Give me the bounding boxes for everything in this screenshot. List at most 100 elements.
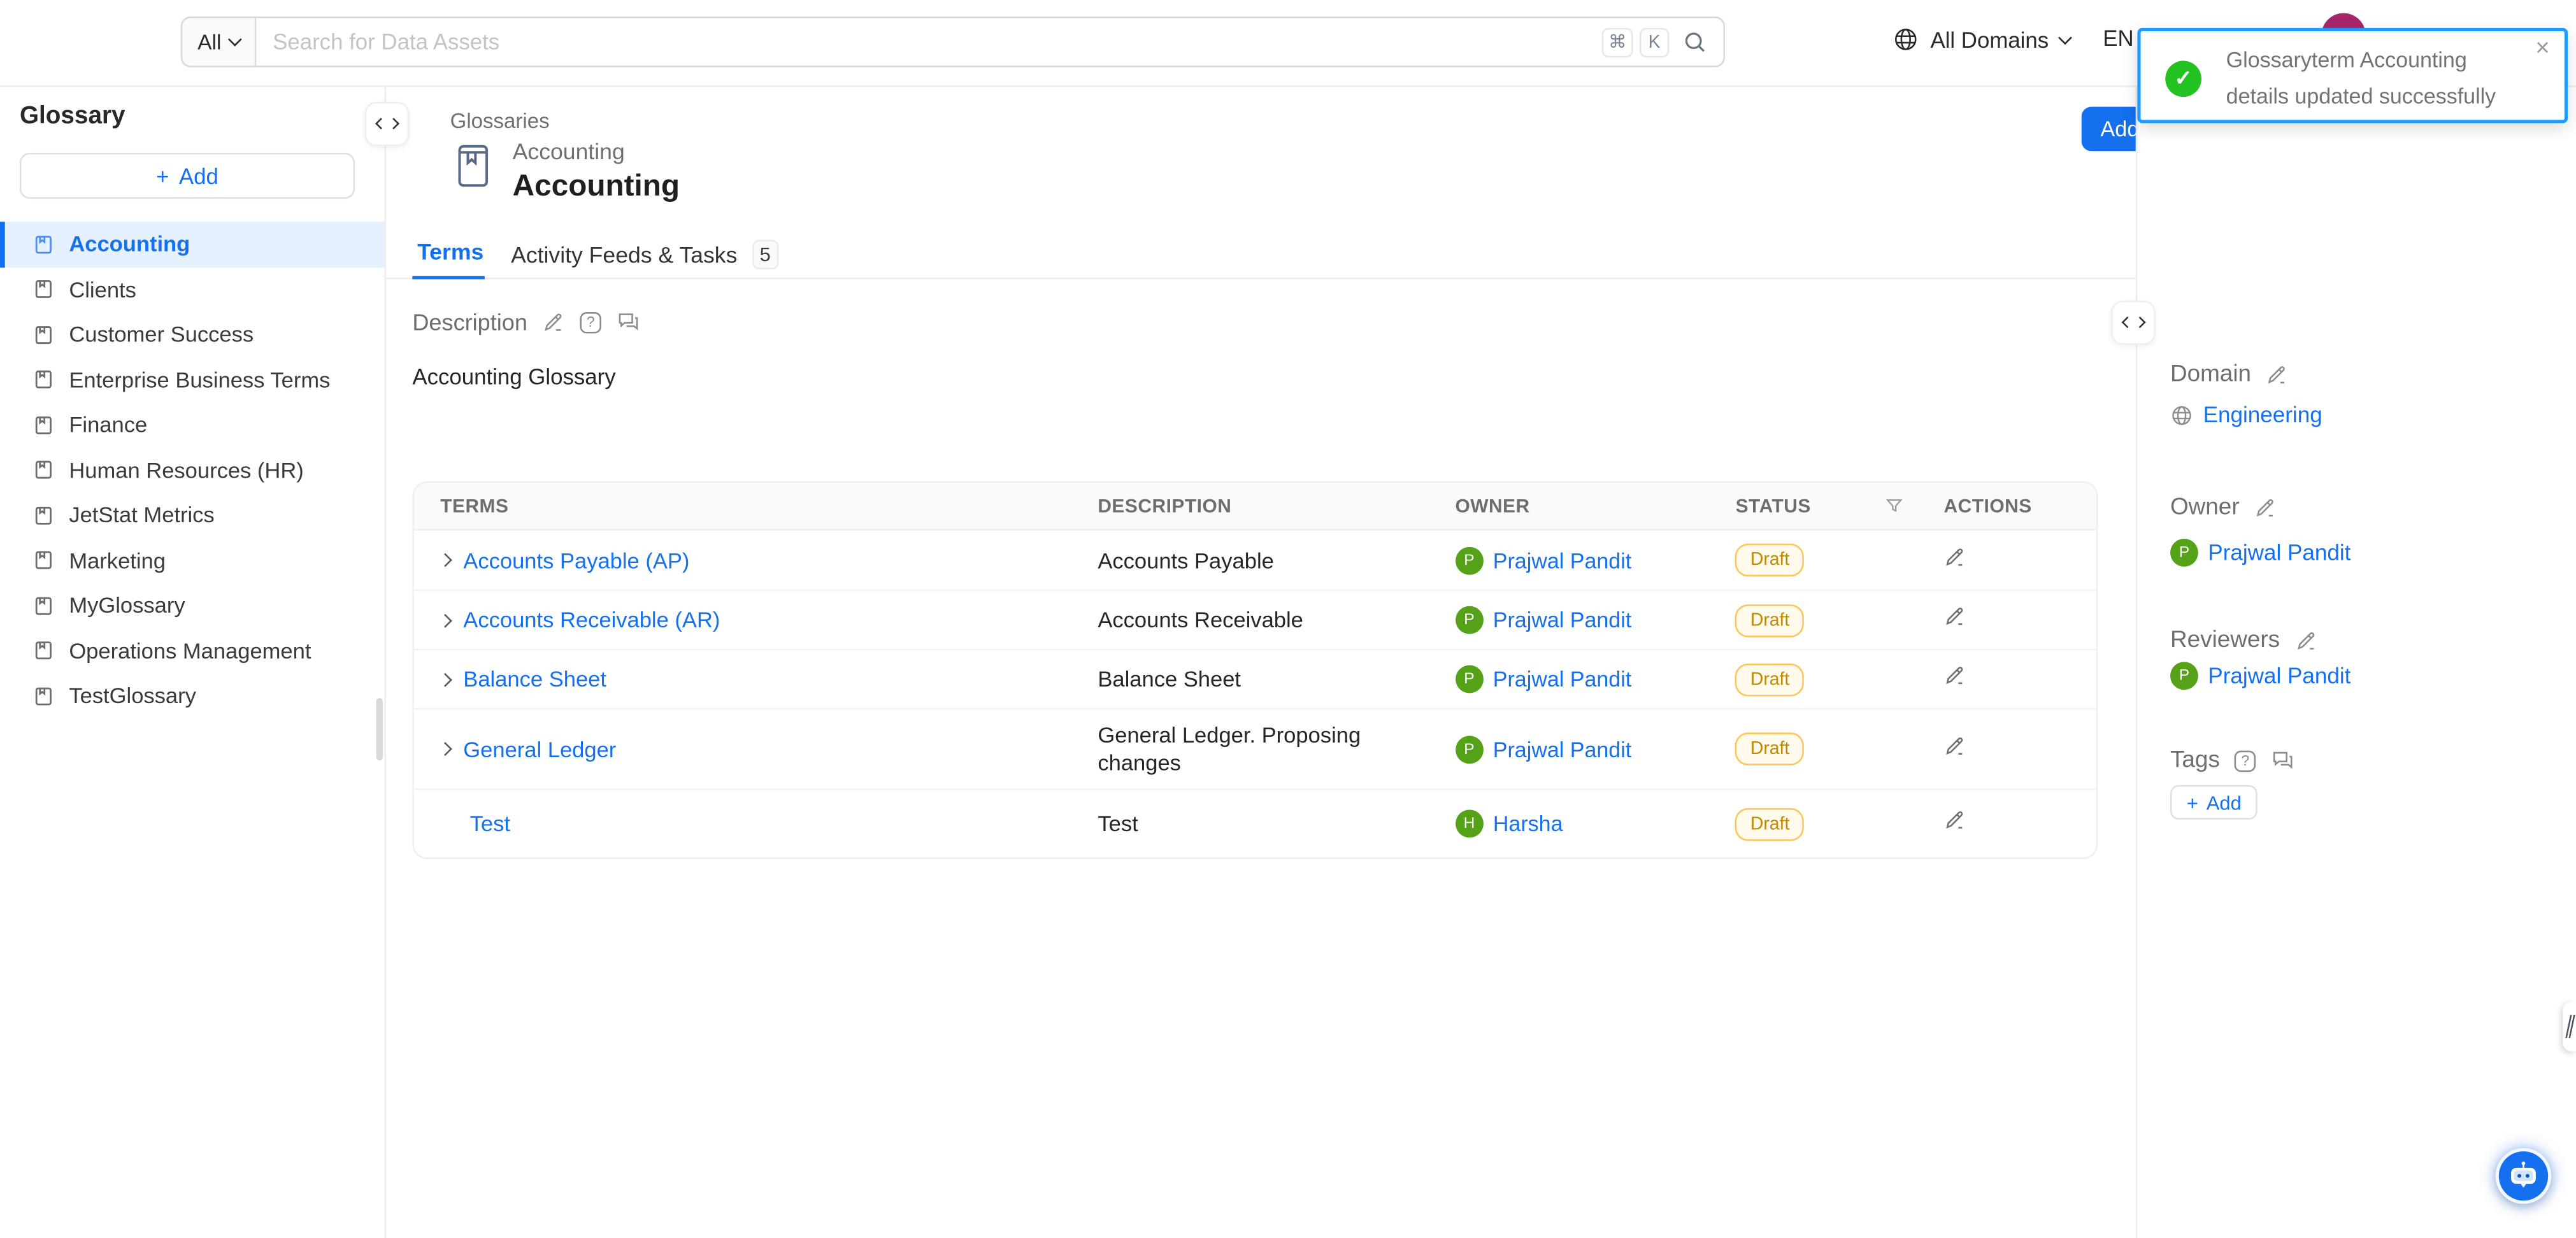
owner-link[interactable]: Harsha xyxy=(1493,811,1563,836)
add-tag-button[interactable]: + Add xyxy=(2170,785,2258,820)
status-badge: Draft xyxy=(1736,808,1805,841)
search-input[interactable] xyxy=(273,29,1595,54)
glossary-book-icon xyxy=(33,233,55,256)
owner-link[interactable]: Prajwal Pandit xyxy=(1493,548,1631,573)
glossary-book-icon xyxy=(455,143,491,189)
col-header-actions: ACTIONS xyxy=(1921,495,2096,517)
edit-term-icon[interactable] xyxy=(1944,664,1967,687)
table-row: General Ledger General Ledger. Proposing… xyxy=(414,709,2096,790)
chevron-left-icon xyxy=(2122,318,2133,328)
tags-comments-icon[interactable] xyxy=(2271,749,2296,772)
sidebar-item-operations-management[interactable]: Operations Management xyxy=(0,629,385,674)
domain-selector-label: All Domains xyxy=(1930,27,2049,52)
status-badge: Draft xyxy=(1736,663,1805,696)
request-tags-icon[interactable]: ? xyxy=(2235,750,2256,771)
table-row: Test Test H Harsha Draft xyxy=(414,790,2096,858)
glossary-book-icon xyxy=(33,323,55,346)
domain-link[interactable]: Engineering xyxy=(2203,402,2322,427)
edit-domain-icon[interactable] xyxy=(2266,363,2289,386)
activity-count-badge: 5 xyxy=(752,240,778,269)
chat-assistant-button[interactable] xyxy=(2496,1148,2552,1204)
request-description-icon[interactable]: ? xyxy=(580,311,602,333)
owner-link[interactable]: Prajwal Pandit xyxy=(1493,608,1631,632)
glossary-book-icon xyxy=(33,639,55,662)
tab-activity-feeds[interactable]: Activity Feeds & Tasks 5 xyxy=(511,240,778,269)
owner-avatar: P xyxy=(1455,546,1483,574)
status-badge: Draft xyxy=(1736,732,1805,765)
expand-row-icon[interactable] xyxy=(438,553,452,567)
sidebar-item-label: MyGlossary xyxy=(69,594,185,618)
right-panel-collapse-button[interactable] xyxy=(2111,301,2156,345)
edit-term-icon[interactable] xyxy=(1944,808,1967,831)
domain-selector[interactable]: All Domains xyxy=(1893,26,2070,52)
expand-row-icon[interactable] xyxy=(438,613,452,627)
reviewer-avatar: P xyxy=(2170,662,2198,690)
sidebar-item-customer-success[interactable]: Customer Success xyxy=(0,312,385,357)
reviewer-link[interactable]: Prajwal Pandit xyxy=(2208,664,2351,688)
term-link[interactable]: Accounts Payable (AP) xyxy=(463,548,689,573)
description-text: Accounting Glossary xyxy=(412,365,615,390)
tab-terms[interactable]: Terms xyxy=(417,240,483,265)
table-row: Balance Sheet Balance Sheet P Prajwal Pa… xyxy=(414,650,2096,709)
sidebar-item-human-resources[interactable]: Human Resources (HR) xyxy=(0,448,385,493)
chevron-left-icon xyxy=(376,119,387,129)
sidebar-item-testglossary[interactable]: TestGlossary xyxy=(0,673,385,718)
edit-reviewers-icon[interactable] xyxy=(2294,629,2317,652)
term-link[interactable]: Balance Sheet xyxy=(463,667,606,692)
close-icon[interactable]: × xyxy=(2535,36,2550,62)
search-scope-select[interactable]: All xyxy=(181,17,257,68)
edit-description-icon[interactable] xyxy=(542,310,565,333)
glossary-sidebar: Glossary + Add Accounting Clients Custom… xyxy=(0,87,386,1238)
sidebar-item-jetstat-metrics[interactable]: JetStat Metrics xyxy=(0,493,385,538)
sidebar-item-label: JetStat Metrics xyxy=(69,503,214,528)
status-filter-icon[interactable] xyxy=(1885,496,1905,516)
app-root: All ⌘ K All Domains EN xyxy=(0,0,2576,1238)
expand-row-icon[interactable] xyxy=(438,742,452,756)
success-check-icon: ✓ xyxy=(2165,60,2201,97)
edit-term-icon[interactable] xyxy=(1944,544,1967,567)
expand-row-icon[interactable] xyxy=(438,672,452,687)
term-link[interactable]: General Ledger xyxy=(463,737,616,762)
search-icon[interactable] xyxy=(1682,29,1707,54)
sidebar-item-clients[interactable]: Clients xyxy=(0,267,385,312)
tags-section-label: Tags ? xyxy=(2170,747,2296,773)
domain-section-label: Domain xyxy=(2170,361,2289,387)
comments-icon[interactable] xyxy=(616,310,641,333)
toast-notification: ✓ Glossaryterm Accounting details update… xyxy=(2137,28,2568,124)
sidebar-item-finance[interactable]: Finance xyxy=(0,402,385,448)
edit-term-icon[interactable] xyxy=(1944,604,1967,627)
main-content: Glossaries Accounting Accounting Add ter… xyxy=(386,87,2136,1238)
sidebar-item-enterprise-business-terms[interactable]: Enterprise Business Terms xyxy=(0,357,385,402)
active-tab-indicator xyxy=(412,275,484,279)
chevron-down-icon xyxy=(227,32,241,46)
term-description: Accounts Payable xyxy=(1077,546,1442,574)
status-badge: Draft xyxy=(1736,604,1805,637)
term-link[interactable]: Test xyxy=(470,811,510,836)
reviewer-value: P Prajwal Pandit xyxy=(2170,662,2351,690)
owner-avatar: H xyxy=(1456,809,1484,837)
sidebar-collapse-button[interactable] xyxy=(365,102,410,146)
sidebar-item-label: Customer Success xyxy=(69,322,254,347)
table-header-row: TERMS DESCRIPTION OWNER STATUS ACTIONS xyxy=(414,483,2096,530)
sidebar-item-accounting[interactable]: Accounting xyxy=(0,222,385,267)
sidebar-scrollbar[interactable] xyxy=(376,698,382,760)
robot-icon xyxy=(2505,1158,2542,1194)
k-keycap: K xyxy=(1640,27,1669,57)
owner-link[interactable]: Prajwal Pandit xyxy=(1493,667,1631,692)
col-header-owner: OWNER xyxy=(1442,495,1728,517)
breadcrumb[interactable]: Glossaries xyxy=(450,108,550,133)
sidebar-item-myglossary[interactable]: MyGlossary xyxy=(0,583,385,629)
add-glossary-button[interactable]: + Add xyxy=(20,153,355,199)
sidebar-item-marketing[interactable]: Marketing xyxy=(0,538,385,583)
edit-term-icon[interactable] xyxy=(1944,734,1967,757)
toast-message: Glossaryterm Accounting details updated … xyxy=(2226,43,2519,115)
term-link[interactable]: Accounts Receivable (AR) xyxy=(463,608,720,632)
owner-link[interactable]: Prajwal Pandit xyxy=(2208,541,2351,566)
add-glossary-label: Add xyxy=(179,164,218,189)
term-description: Accounts Receivable xyxy=(1077,606,1442,634)
glossary-book-icon xyxy=(33,549,55,572)
glossary-book-icon xyxy=(33,685,55,708)
right-edge-drawer-handle[interactable] xyxy=(2563,1002,2576,1051)
owner-link[interactable]: Prajwal Pandit xyxy=(1493,737,1631,762)
edit-owner-icon[interactable] xyxy=(2254,496,2277,519)
